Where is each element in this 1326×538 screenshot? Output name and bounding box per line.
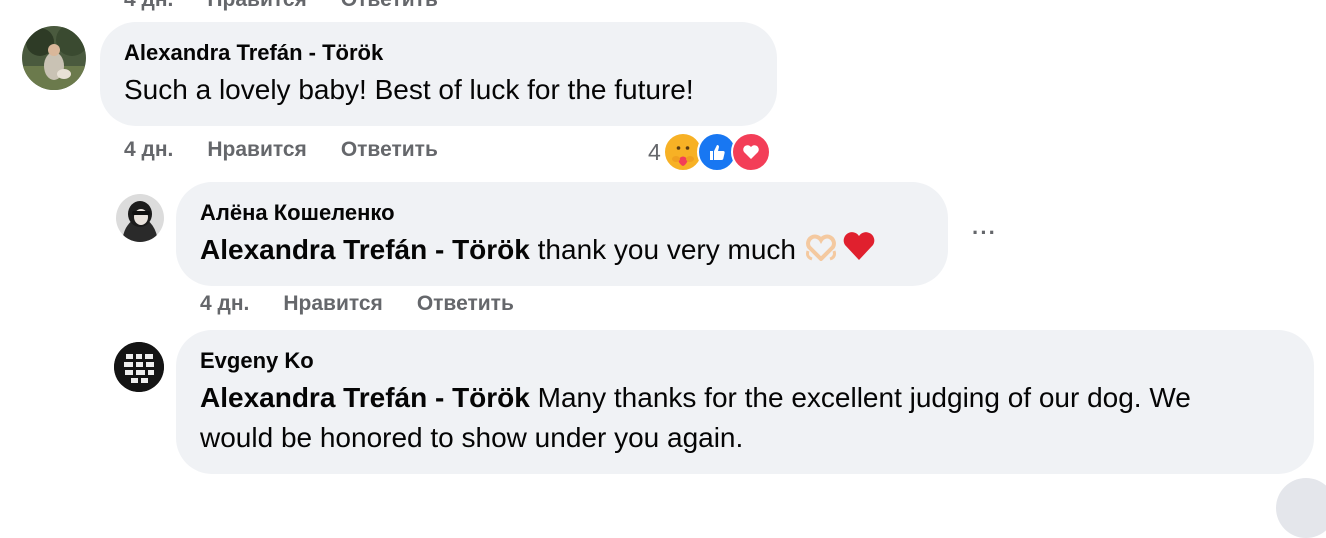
reply-message: thank you very much [537, 234, 796, 265]
reply-bubble: Evgeny Ko Alexandra Trefán - Török Many … [176, 330, 1314, 474]
reply-text: Alexandra Trefán - Török Many thanks for… [200, 378, 1191, 418]
like-button[interactable]: Нравится [207, 0, 306, 12]
like-button[interactable]: Нравится [283, 292, 382, 316]
reply-button[interactable]: Ответить [341, 0, 438, 12]
avatar-photo [22, 26, 86, 90]
reply-author[interactable]: Алёна Кошеленко [200, 200, 395, 226]
comment-time: 4 дн. [124, 138, 174, 161]
red-heart-icon [842, 231, 876, 272]
reply-bubble: Алёна Кошеленко Alexandra Trefán - Török… [176, 182, 948, 286]
avatar[interactable] [22, 26, 86, 90]
comment-actions: 4 дн. Нравится Ответить [124, 138, 472, 162]
reactions-count: 4 [648, 138, 661, 165]
more-options-icon[interactable]: ··· [972, 220, 997, 246]
reply-text: Alexandra Trefán - Török thank you very … [200, 230, 876, 272]
avatar-logo [114, 342, 164, 392]
previous-comment-actions: 4 дн. Нравится Ответить [124, 0, 438, 12]
reply-button[interactable]: Ответить [341, 138, 438, 162]
mention-link[interactable]: Alexandra Trefán - Török [200, 382, 530, 413]
reply-author[interactable]: Evgeny Ko [200, 348, 314, 374]
reactions-summary[interactable]: 4 [648, 132, 771, 172]
reply-message-line1: Many thanks for the excellent judging of… [537, 382, 1191, 413]
heart-hands-icon [804, 232, 838, 272]
like-button[interactable]: Нравится [207, 138, 306, 162]
comment-text: Such a lovely baby! Best of luck for the… [124, 74, 694, 105]
avatar[interactable] [114, 342, 164, 392]
reply-actions: 4 дн. Нравится Ответить [200, 292, 548, 316]
avatar-photo [116, 194, 164, 242]
mention-link[interactable]: Alexandra Trefán - Török [200, 234, 530, 265]
comment-time: 4 дн. [124, 0, 173, 12]
partial-avatar [1276, 478, 1326, 538]
avatar[interactable] [116, 194, 164, 242]
reply-text-continued: would be honored to show under you again… [200, 422, 744, 453]
reply-time: 4 дн. [200, 292, 250, 315]
reply-button[interactable]: Ответить [417, 292, 514, 316]
love-icon [730, 132, 771, 172]
comment-bubble: Alexandra Trefán - Török Such a lovely b… [100, 22, 777, 126]
comment-author[interactable]: Alexandra Trefán - Török [124, 40, 383, 66]
